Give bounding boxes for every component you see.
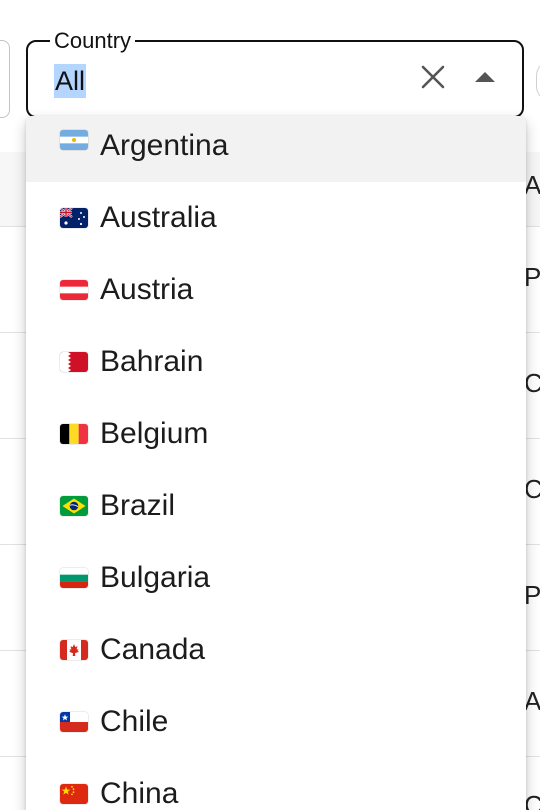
option-canada[interactable]: Canada (26, 614, 526, 686)
previous-filter-field[interactable] (0, 40, 10, 118)
table-cell: Ci (524, 368, 540, 398)
china-flag-icon (60, 784, 88, 804)
argentina-flag-icon (60, 130, 88, 150)
option-label: Bahrain (100, 345, 204, 378)
option-label: Brazil (100, 489, 176, 522)
option-label: Argentina (100, 129, 229, 162)
table-cell: Pi (524, 580, 540, 610)
canada-flag-icon (60, 640, 88, 660)
option-belgium[interactable]: Belgium (26, 398, 526, 470)
brazil-flag-icon (60, 496, 88, 516)
table-cell: Ae (524, 686, 540, 716)
australia-flag-icon (60, 208, 88, 228)
option-argentina[interactable]: Argentina (26, 116, 526, 182)
option-australia[interactable]: Australia (26, 182, 526, 254)
austria-flag-icon (60, 280, 88, 300)
option-chile[interactable]: Chile (26, 686, 526, 758)
toggle-dropdown-button[interactable] (468, 62, 502, 96)
clear-button[interactable] (416, 62, 450, 96)
caret-up-icon (473, 70, 497, 89)
option-label: Belgium (100, 417, 209, 450)
belgium-flag-icon (60, 424, 88, 444)
bulgaria-flag-icon (60, 568, 88, 588)
option-bahrain[interactable]: Bahrain (26, 326, 526, 398)
country-field-label: Country (50, 28, 136, 54)
table-cell: Ce (524, 474, 540, 504)
option-label: Bulgaria (100, 561, 211, 594)
option-label: China (100, 777, 179, 810)
option-label: Austria (100, 273, 194, 306)
table-cell: Pi (524, 262, 540, 292)
table-cell: Ce (524, 790, 540, 810)
chile-flag-icon (60, 712, 88, 732)
country-input-value[interactable]: All (54, 64, 87, 98)
option-label: Australia (100, 201, 217, 234)
option-label: Chile (100, 705, 169, 738)
option-china[interactable]: China (26, 758, 526, 810)
page: Ai Pi Ci Ce Pi Ae Ce Country All (0, 0, 540, 810)
option-brazil[interactable]: Brazil (26, 470, 526, 542)
bahrain-flag-icon (60, 352, 88, 372)
option-label: Canada (100, 633, 206, 666)
option-bulgaria[interactable]: Bulgaria (26, 542, 526, 614)
country-options-listbox[interactable]: Argentina Australia Austria Bahrain Belg… (26, 116, 526, 810)
close-icon (420, 64, 446, 95)
table-header-cell: Ai (524, 170, 540, 200)
country-select[interactable]: Country All (26, 28, 524, 118)
option-austria[interactable]: Austria (26, 254, 526, 326)
